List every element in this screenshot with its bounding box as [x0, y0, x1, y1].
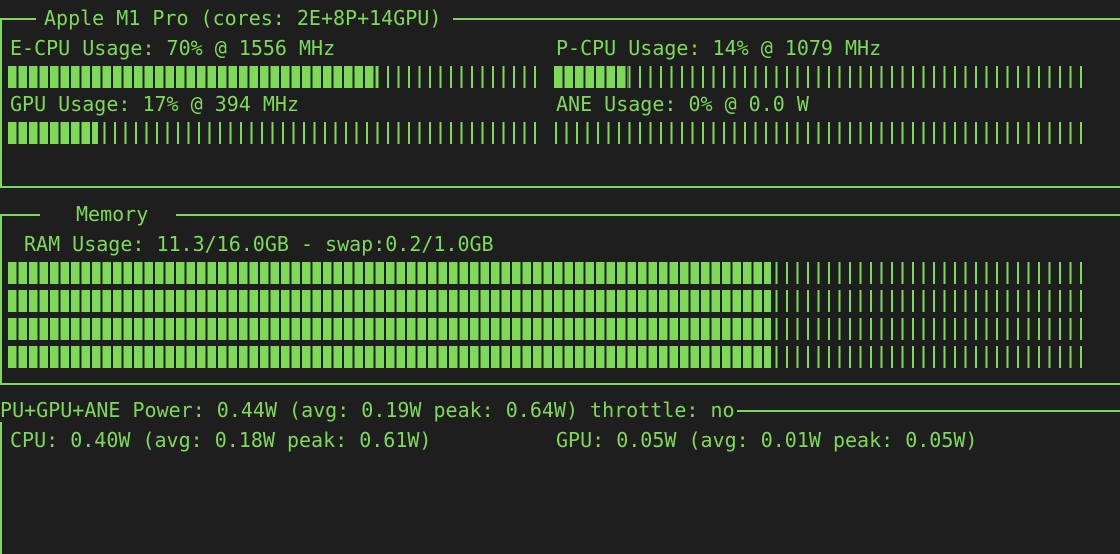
ane-usage-label: ANE Usage: 0% @ 0.0 W [556, 92, 809, 116]
memory-panel: Memory RAM Usage: 11.3/16.0GB - swap:0.2… [0, 202, 1120, 385]
e-cpu-usage-bar [8, 66, 536, 88]
ram-usage-label: RAM Usage: 11.3/16.0GB - swap:0.2/1.0GB [24, 232, 494, 256]
cpu-power-label: CPU: 0.40W (avg: 0.18W peak: 0.61W) [10, 428, 432, 452]
gpu-power-label: GPU: 0.05W (avg: 0.01W peak: 0.05W) [556, 428, 978, 452]
ram-usage-bar-row [8, 290, 1082, 312]
ane-usage-bar [554, 122, 1082, 144]
power-panel: CPU+GPU+ANE Power: 0.44W (avg: 0.19W pea… [0, 398, 1120, 554]
gpu-usage-label: GPU Usage: 17% @ 394 MHz [10, 92, 299, 116]
e-cpu-usage-label: E-CPU Usage: 70% @ 1556 MHz [10, 36, 336, 60]
cpu-panel: Apple M1 Pro (cores: 2E+8P+14GPU) E-CPU … [0, 6, 1120, 188]
p-cpu-usage-label: P-CPU Usage: 14% @ 1079 MHz [556, 36, 882, 60]
cpu-panel-title: Apple M1 Pro (cores: 2E+8P+14GPU) [36, 6, 454, 30]
power-panel-title: CPU+GPU+ANE Power: 0.44W (avg: 0.19W pea… [0, 398, 737, 422]
ram-usage-bar-row [8, 262, 1082, 284]
p-cpu-usage-bar [554, 66, 1082, 88]
memory-panel-title: Memory [40, 202, 177, 226]
ram-usage-bar-row [8, 346, 1082, 368]
ram-usage-bar-row [8, 318, 1082, 340]
gpu-usage-bar [8, 122, 536, 144]
